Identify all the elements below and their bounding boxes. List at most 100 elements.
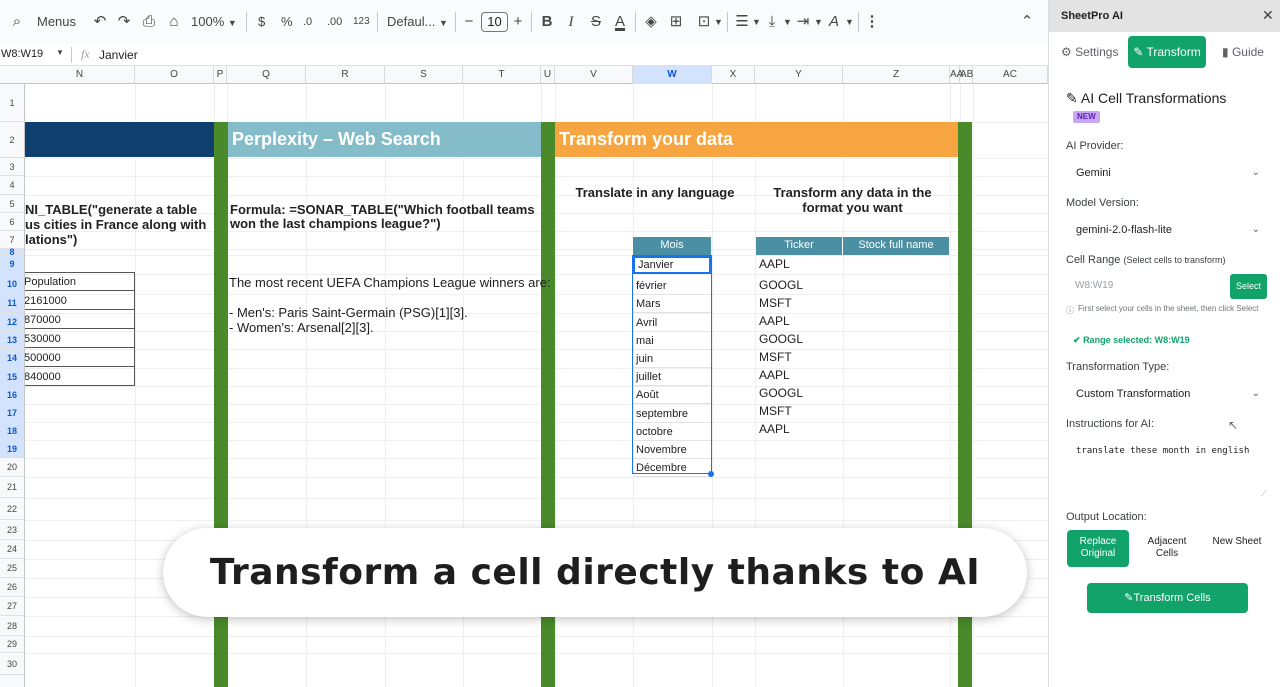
menus-button[interactable]: Menus bbox=[37, 11, 76, 33]
output-replace-original[interactable]: Replace Original bbox=[1067, 530, 1129, 567]
font-select[interactable]: Defaul... ▼ bbox=[387, 11, 448, 33]
ticker-cell[interactable]: AAPL bbox=[756, 314, 790, 328]
close-button[interactable]: ✕ bbox=[1262, 7, 1274, 24]
selected-range[interactable]: Janvier février Mars Avril mai juin juillet Aoû… bbox=[632, 255, 712, 477]
mois-cell[interactable]: Novembre bbox=[633, 441, 711, 459]
row-header[interactable]: 20 bbox=[0, 458, 24, 477]
tab-transform[interactable]: ✎ Transform bbox=[1128, 36, 1206, 68]
mois-cell[interactable]: Janvier bbox=[633, 256, 711, 274]
text-wrap-icon[interactable]: ⇥ bbox=[792, 11, 814, 33]
chevron-down-icon[interactable]: ▼ bbox=[56, 48, 64, 57]
row-header[interactable]: 10 bbox=[0, 274, 24, 294]
row-header[interactable]: 11 bbox=[0, 294, 24, 313]
row-header[interactable]: 26 bbox=[0, 578, 24, 597]
instructions-textarea[interactable]: translate these month in english bbox=[1066, 438, 1268, 498]
model-select[interactable]: gemini-2.0-flash-lite ⌄ bbox=[1066, 217, 1266, 243]
column-header[interactable]: AB bbox=[960, 66, 973, 84]
row-header[interactable]: 15 bbox=[0, 368, 24, 386]
zoom-select[interactable]: 100% ▼ bbox=[191, 11, 237, 33]
bold-button[interactable]: B bbox=[536, 11, 558, 33]
print-icon[interactable]: ⎙ bbox=[138, 11, 160, 33]
ticker-cell[interactable]: AAPL bbox=[756, 368, 790, 382]
row-header[interactable]: 25 bbox=[0, 559, 24, 578]
formula-input[interactable]: Janvier bbox=[99, 48, 138, 62]
row-header[interactable]: 1 bbox=[0, 84, 24, 122]
mois-cell[interactable]: septembre bbox=[633, 405, 711, 423]
row-header[interactable]: 27 bbox=[0, 597, 24, 616]
column-header[interactable]: W bbox=[633, 66, 712, 84]
more-formats-button[interactable]: 123 bbox=[353, 11, 370, 33]
more-options-icon[interactable]: ⋮ bbox=[861, 11, 883, 33]
chevron-down-icon[interactable]: ▼ bbox=[752, 11, 761, 33]
chevron-down-icon[interactable]: ▼ bbox=[714, 11, 723, 33]
column-header[interactable]: Z bbox=[843, 66, 950, 84]
row-header[interactable]: 24 bbox=[0, 540, 24, 559]
tab-settings[interactable]: ⚙ Settings bbox=[1061, 45, 1118, 59]
row-header[interactable]: 29 bbox=[0, 636, 24, 653]
column-header[interactable]: S bbox=[385, 66, 463, 84]
column-header[interactable]: T bbox=[463, 66, 541, 84]
text-rotation-icon[interactable]: A bbox=[823, 11, 845, 33]
column-header[interactable]: U bbox=[541, 66, 555, 84]
search-menus-icon[interactable]: ⌕ bbox=[6, 11, 28, 33]
decrease-decimal-button[interactable]: .0 bbox=[303, 11, 312, 33]
mois-cell[interactable]: mai bbox=[633, 332, 711, 350]
row-header[interactable]: 23 bbox=[0, 520, 24, 540]
fill-color-icon[interactable]: ◈ bbox=[640, 11, 662, 33]
row-header[interactable]: 17 bbox=[0, 404, 24, 422]
valign-bottom-icon[interactable]: ⤓ bbox=[761, 11, 783, 33]
chevron-up-icon[interactable]: ⌃ bbox=[1016, 11, 1038, 33]
column-header[interactable]: O bbox=[135, 66, 214, 84]
transform-cells-button[interactable]: ✎Transform Cells bbox=[1087, 583, 1248, 613]
row-header[interactable]: 22 bbox=[0, 498, 24, 520]
column-header[interactable]: P bbox=[214, 66, 227, 84]
resize-handle-icon[interactable]: ⟋ bbox=[1261, 489, 1267, 499]
row-header[interactable]: 30 bbox=[0, 653, 24, 675]
row-header[interactable]: 28 bbox=[0, 616, 24, 636]
mois-cell[interactable]: Août bbox=[633, 386, 711, 404]
mois-cell[interactable]: juillet bbox=[633, 368, 711, 386]
paint-format-icon[interactable]: ⌂ bbox=[163, 11, 185, 33]
row-header[interactable]: 9 bbox=[0, 255, 24, 274]
column-header[interactable]: AA bbox=[950, 66, 963, 84]
chevron-down-icon[interactable]: ▼ bbox=[783, 11, 792, 33]
italic-button[interactable]: I bbox=[560, 11, 582, 33]
output-new-sheet[interactable]: New Sheet bbox=[1209, 536, 1265, 548]
mois-cell[interactable]: octobre bbox=[633, 423, 711, 441]
tab-guide[interactable]: ▮ Guide bbox=[1222, 45, 1264, 59]
mois-cell[interactable]: février bbox=[633, 277, 711, 295]
borders-icon[interactable]: ⊞ bbox=[665, 11, 687, 33]
redo-icon[interactable]: ↷ bbox=[113, 11, 135, 33]
row-header[interactable]: 16 bbox=[0, 386, 24, 404]
increase-decimal-button[interactable]: .00 bbox=[327, 11, 342, 33]
ticker-cell[interactable]: MSFT bbox=[756, 404, 792, 418]
chevron-down-icon[interactable]: ▼ bbox=[845, 11, 854, 33]
undo-icon[interactable]: ↶ bbox=[89, 11, 111, 33]
select-button[interactable]: Select bbox=[1230, 274, 1267, 299]
increase-font-size-button[interactable]: + bbox=[507, 11, 529, 33]
ticker-cell[interactable]: AAPL bbox=[756, 422, 790, 436]
text-color-button[interactable]: A bbox=[609, 11, 631, 33]
ticker-cell[interactable]: MSFT bbox=[756, 350, 792, 364]
row-header[interactable]: 13 bbox=[0, 331, 24, 349]
column-header[interactable]: AC bbox=[973, 66, 1048, 84]
row-header[interactable]: 2 bbox=[0, 122, 24, 158]
font-size-input[interactable]: 10 bbox=[481, 12, 508, 32]
mois-cell[interactable]: Avril bbox=[633, 314, 711, 332]
column-header[interactable]: R bbox=[306, 66, 385, 84]
name-box[interactable]: W8:W19 bbox=[1, 48, 43, 60]
strikethrough-button[interactable]: S bbox=[585, 11, 607, 33]
row-header[interactable]: 21 bbox=[0, 477, 24, 498]
output-adjacent-cells[interactable]: Adjacent Cells bbox=[1139, 536, 1195, 560]
mois-cell[interactable]: Mars bbox=[633, 295, 711, 313]
column-header[interactable]: Y bbox=[755, 66, 843, 84]
row-header[interactable]: 14 bbox=[0, 349, 24, 368]
row-header[interactable]: 3 bbox=[0, 158, 24, 176]
mois-cell[interactable]: Décembre bbox=[633, 459, 711, 477]
column-header[interactable]: X bbox=[712, 66, 755, 84]
chevron-down-icon[interactable]: ▼ bbox=[814, 11, 823, 33]
range-input[interactable]: W8:W19 bbox=[1066, 274, 1226, 298]
column-header[interactable]: V bbox=[555, 66, 633, 84]
fill-handle[interactable] bbox=[708, 471, 714, 477]
row-header[interactable]: 5 bbox=[0, 195, 24, 213]
